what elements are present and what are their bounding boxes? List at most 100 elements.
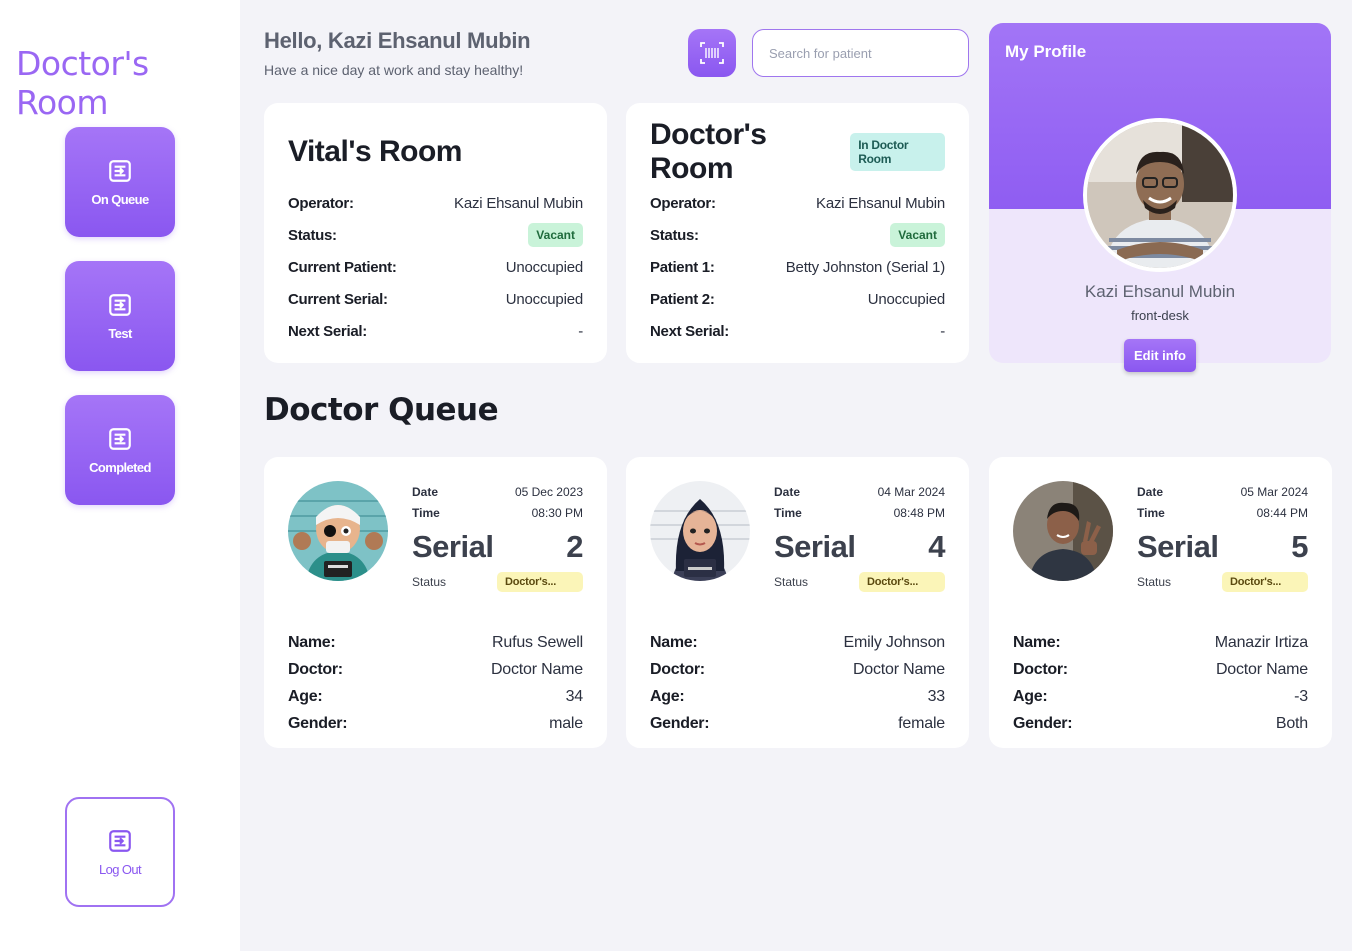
- patient-search-input[interactable]: [752, 29, 969, 77]
- gender-label: Gender:: [650, 714, 710, 732]
- patient-age: -3: [1294, 687, 1308, 705]
- status-badge: Vacant: [528, 223, 583, 247]
- row-label: Status:: [288, 226, 337, 244]
- row-value: Kazi Ehsanul Mubin: [816, 194, 945, 212]
- test-icon: [109, 293, 131, 316]
- queue-time: 08:48 PM: [893, 505, 945, 520]
- row-label: Patient 1:: [650, 258, 715, 276]
- time-label: Time: [412, 505, 440, 520]
- patient-name: Rufus Sewell: [492, 633, 583, 651]
- queue-time: 08:30 PM: [531, 505, 583, 520]
- profile-name: Kazi Ehsanul Mubin: [1084, 282, 1236, 301]
- row-value: Kazi Ehsanul Mubin: [454, 194, 583, 212]
- patient-age: 34: [565, 687, 584, 705]
- name-label: Name:: [1013, 633, 1061, 651]
- serial-number: 2: [566, 529, 583, 564]
- row-label: Next Serial:: [288, 322, 367, 340]
- doctor-name: Doctor Name: [1215, 660, 1308, 678]
- brand-logo: Doctor's Room: [16, 44, 149, 122]
- logout-icon: [109, 829, 131, 852]
- doctors-patient-2-row: Patient 2: Unoccupied: [650, 283, 945, 315]
- row-value: -: [578, 322, 583, 340]
- row-value: Betty Johnston (Serial 1): [785, 258, 945, 276]
- age-label: Age:: [288, 687, 323, 705]
- nav-on-queue-label: On Queue: [91, 191, 149, 207]
- time-label: Time: [1137, 505, 1165, 520]
- queue-icon: [109, 159, 131, 182]
- queue-card[interactable]: Date 05 Dec 2023 Time 08:30 PM Serial 2 Sta…: [264, 457, 607, 748]
- logout-label: Log Out: [98, 861, 142, 877]
- profile-role: front-desk: [1131, 308, 1189, 323]
- date-label: Date: [774, 484, 801, 499]
- vitals-current-serial-row: Current Serial: Unoccupied: [288, 283, 583, 315]
- profile-card: My Profile Kazi Ehsanul Mubin front-desk…: [989, 23, 1331, 372]
- patient-gender: Both: [1275, 714, 1308, 732]
- vitals-next-serial-row: Next Serial: -: [288, 315, 583, 347]
- doctor-label: Doctor:: [1013, 660, 1068, 678]
- name-label: Name:: [650, 633, 698, 651]
- row-label: Current Patient:: [288, 258, 397, 276]
- serial-label: Serial: [774, 529, 856, 564]
- queue-status-chip: Doctor's...: [1222, 572, 1308, 592]
- doctors-patient-1-row: Patient 1: Betty Johnston (Serial 1): [650, 251, 945, 283]
- row-value: Unoccupied: [867, 290, 945, 308]
- patient-avatar: [650, 481, 750, 581]
- patient-gender: male: [549, 714, 583, 732]
- patient-name: Emily Johnson: [843, 633, 946, 651]
- doctors-next-serial-row: Next Serial: -: [650, 315, 945, 347]
- queue-status-chip: Doctor's...: [859, 572, 945, 592]
- room-status-tag: In Doctor Room: [850, 133, 945, 171]
- doctor-name: Doctor Name: [490, 660, 583, 678]
- greeting-title: Hello, Kazi Ehsanul Mubin: [264, 28, 531, 53]
- gender-label: Gender:: [288, 714, 348, 732]
- barcode-scan-button[interactable]: [688, 29, 736, 77]
- nav-completed-button[interactable]: Completed: [65, 395, 175, 505]
- row-value: -: [940, 322, 945, 340]
- patient-name: Manazir Irtiza: [1214, 633, 1308, 651]
- status-label: Status: [412, 575, 447, 589]
- sidebar: Doctor's Room On Queue Test Completed Lo…: [0, 0, 240, 951]
- row-label: Next Serial:: [650, 322, 729, 340]
- profile-title: My Profile: [1005, 42, 1087, 61]
- logout-button[interactable]: Log Out: [65, 797, 175, 907]
- serial-label: Serial: [1137, 529, 1219, 564]
- vitals-current-patient-row: Current Patient: Unoccupied: [288, 251, 583, 283]
- queue-card[interactable]: Date 05 Mar 2024 Time 08:44 PM Serial 5 Sta…: [989, 457, 1332, 748]
- doctors-room-card: Doctor's Room In Doctor Room Operator: Kaz…: [626, 103, 969, 363]
- patient-age: 33: [927, 687, 946, 705]
- queue-time: 08:44 PM: [1256, 505, 1308, 520]
- row-label: Operator:: [288, 194, 354, 212]
- row-label: Patient 2:: [650, 290, 715, 308]
- doctor-label: Doctor:: [650, 660, 705, 678]
- nav-completed-label: Completed: [89, 459, 151, 475]
- status-label: Status: [774, 575, 809, 589]
- doctors-room-title: Doctor's Room: [650, 118, 767, 185]
- barcode-icon: [700, 42, 724, 64]
- date-label: Date: [1137, 484, 1164, 499]
- doctor-name: Doctor Name: [852, 660, 945, 678]
- queue-card[interactable]: Date 04 Mar 2024 Time 08:48 PM Serial 4 Sta…: [626, 457, 969, 748]
- age-label: Age:: [1013, 687, 1048, 705]
- queue-date: 04 Mar 2024: [877, 484, 945, 499]
- patient-avatar: [288, 481, 388, 581]
- serial-label: Serial: [412, 529, 494, 564]
- edit-info-button[interactable]: Edit info: [1124, 339, 1196, 372]
- age-label: Age:: [650, 687, 685, 705]
- name-label: Name:: [288, 633, 336, 651]
- row-label: Operator:: [650, 194, 716, 212]
- row-label: Current Serial:: [288, 290, 388, 308]
- row-label: Status:: [650, 226, 699, 244]
- doctors-status-row: Status: Vacant: [650, 219, 945, 251]
- serial-number: 4: [928, 529, 945, 564]
- profile-avatar: [1083, 118, 1237, 272]
- doctors-operator-row: Operator: Kazi Ehsanul Mubin: [650, 187, 945, 219]
- vitals-status-row: Status: Vacant: [288, 219, 583, 251]
- vitals-room-card: Vital's Room Operator: Kazi Ehsanul Mubin…: [264, 103, 607, 363]
- gender-label: Gender:: [1013, 714, 1073, 732]
- nav-test-button[interactable]: Test: [65, 261, 175, 371]
- greeting-block: Hello, Kazi Ehsanul Mubin Have a nice da…: [264, 28, 531, 78]
- completed-icon: [109, 427, 131, 450]
- nav-on-queue-button[interactable]: On Queue: [65, 127, 175, 237]
- row-value: Unoccupied: [505, 258, 583, 276]
- status-label: Status: [1137, 575, 1172, 589]
